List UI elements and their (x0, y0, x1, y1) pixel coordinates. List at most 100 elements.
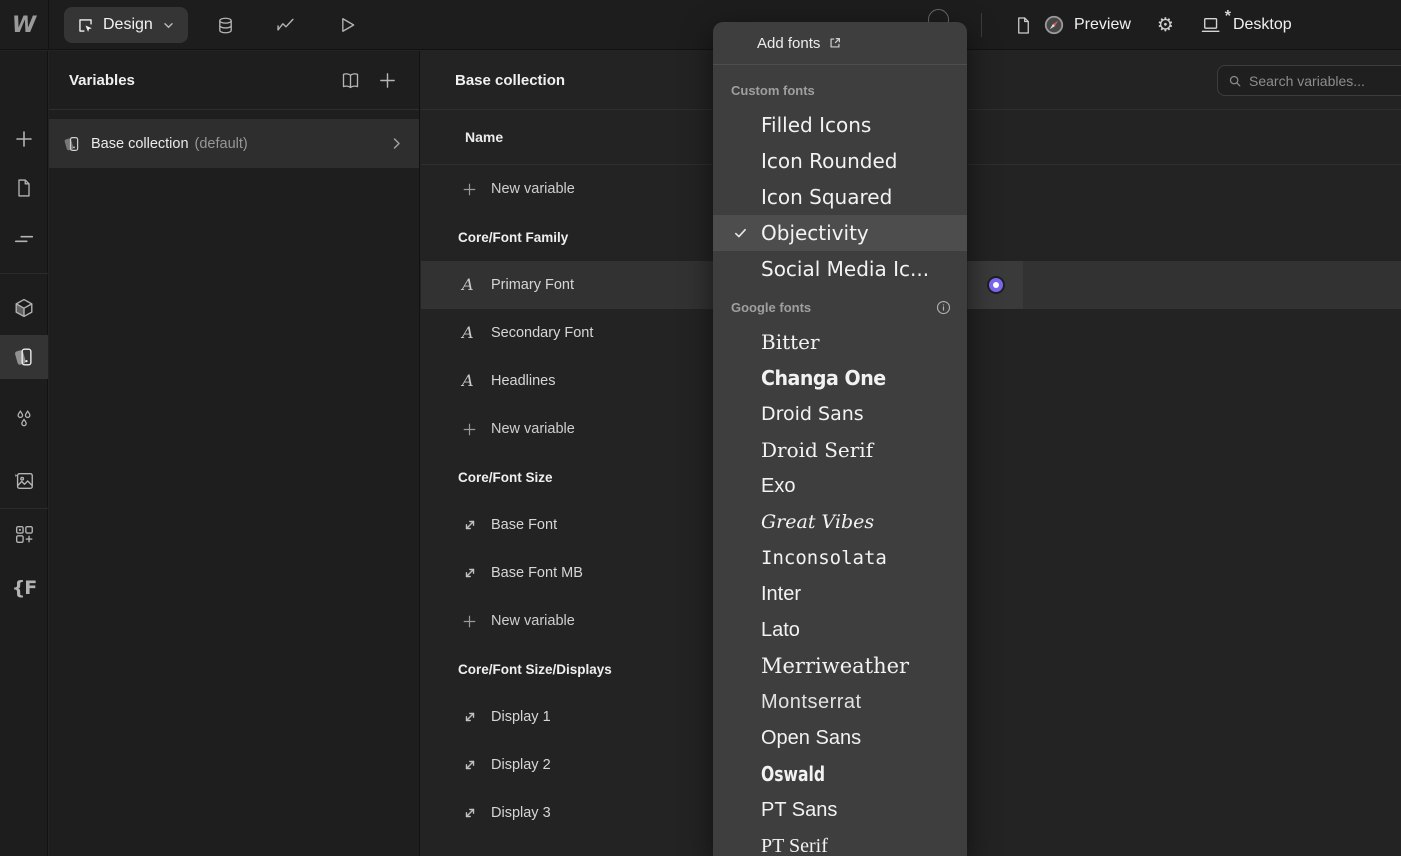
variable-label: New variable (491, 181, 575, 197)
components-cube-icon[interactable] (0, 286, 48, 330)
font-option[interactable]: Oswald (713, 756, 967, 792)
collection-default-badge: (default) (195, 136, 248, 152)
topbar-right-cluster: Preview ⚙ * Desktop (1014, 0, 1292, 50)
font-option-label: Changa One (761, 366, 886, 390)
desktop-breakpoint-icon[interactable]: * (1200, 15, 1224, 35)
add-fonts-label: Add fonts (757, 35, 820, 52)
font-option[interactable]: Objectivity (713, 215, 967, 251)
group-label: Core/Font Size (458, 470, 553, 485)
chevron-right-icon (393, 137, 401, 150)
webflow-logo-icon[interactable]: W (0, 0, 49, 50)
variables-panel-header: Variables (49, 51, 419, 110)
preview-compass-icon[interactable] (1043, 14, 1065, 36)
size-variable-icon (462, 805, 484, 821)
font-option[interactable]: Montserrat (713, 684, 967, 720)
plus-icon (462, 422, 484, 437)
font-variable-icon: A (462, 277, 484, 293)
play-icon[interactable] (336, 14, 358, 36)
custom-fonts-label: Custom fonts (731, 83, 815, 98)
page-icon[interactable] (1014, 15, 1033, 36)
library-book-icon[interactable] (340, 70, 361, 91)
google-fonts-label: Google fonts (731, 300, 811, 315)
font-option[interactable]: Icon Squared (713, 179, 967, 215)
font-picker-dropdown: Add fonts Custom fonts Filled Icons Icon … (713, 22, 967, 856)
collection-row-base-collection[interactable]: Base collection (default) (49, 119, 419, 168)
custom-fonts-list: Filled Icons Icon Rounded Icon SquaredObje… (713, 107, 967, 287)
add-element-icon[interactable] (0, 117, 48, 161)
font-option-label: Great Vibes (761, 511, 874, 533)
search-icon (1228, 74, 1242, 88)
font-option[interactable]: Great Vibes (713, 504, 967, 540)
unsaved-asterisk-icon: * (1225, 8, 1231, 26)
font-option[interactable]: Lato (713, 612, 967, 648)
font-option[interactable]: Inconsolata (713, 540, 967, 576)
font-option[interactable]: Merriweather (713, 648, 967, 684)
assets-image-icon[interactable] (0, 459, 48, 503)
chevron-down-icon (163, 22, 174, 29)
styles-droplets-icon[interactable] (0, 397, 48, 441)
google-fonts-list: Bitter Changa One Droid Sans Droid Serif Exo… (713, 324, 967, 856)
cms-database-icon[interactable] (214, 14, 236, 36)
font-option[interactable]: Filled Icons (713, 107, 967, 143)
design-mode-button[interactable]: Design (64, 7, 188, 43)
font-variable-icon: A (462, 373, 484, 389)
size-variable-icon (462, 709, 484, 725)
navigator-icon[interactable] (0, 217, 48, 261)
font-option-label: Droid Serif (761, 438, 873, 462)
analytics-chart-icon[interactable] (274, 14, 296, 36)
font-option-label: Exo (761, 475, 795, 498)
font-option-label: Icon Rounded (761, 149, 897, 173)
external-link-icon (828, 36, 842, 50)
apps-grid-icon[interactable] (0, 512, 48, 556)
font-option[interactable]: Bitter (713, 324, 967, 360)
search-variables-box[interactable] (1217, 65, 1401, 96)
selected-value-radio[interactable] (987, 276, 1005, 294)
font-option[interactable]: Social Media Ic... (713, 251, 967, 287)
info-icon[interactable] (936, 300, 951, 315)
left-toolbar-rail: {F (0, 51, 48, 856)
variable-label: Base Font MB (491, 565, 583, 581)
variable-label: Headlines (491, 373, 556, 389)
font-option-label: Inter (761, 583, 801, 606)
size-variable-icon (462, 757, 484, 773)
group-label: Core/Font Family (458, 230, 568, 245)
design-button-label: Design (103, 16, 153, 34)
variable-label: Display 3 (491, 805, 551, 821)
desktop-label[interactable]: Desktop (1233, 16, 1292, 34)
font-option[interactable]: Changa One (713, 360, 967, 396)
search-variables-input[interactable] (1249, 73, 1401, 89)
font-variable-icon: A (462, 325, 484, 341)
plus-icon (462, 614, 484, 629)
variable-label: New variable (491, 421, 575, 437)
rail-divider (0, 508, 48, 509)
font-option[interactable]: Icon Rounded (713, 143, 967, 179)
font-option[interactable]: PT Sans (713, 792, 967, 828)
collection-title: Base collection (455, 72, 565, 89)
font-option-label: Oswald (761, 762, 825, 786)
fonts-panel-icon[interactable]: {F (0, 566, 48, 610)
plus-icon (462, 182, 484, 197)
size-variable-icon (462, 565, 484, 581)
settings-gear-icon[interactable]: ⚙ (1157, 16, 1174, 35)
variable-label: Primary Font (491, 277, 574, 293)
variables-swatches-icon[interactable] (0, 335, 48, 379)
preview-label[interactable]: Preview (1074, 16, 1131, 34)
add-fonts-link[interactable]: Add fonts (713, 22, 967, 65)
font-option-label: PT Sans (761, 799, 837, 822)
font-option[interactable]: Droid Serif (713, 432, 967, 468)
variables-panel: Variables Base collecti (49, 51, 420, 856)
font-option[interactable]: Droid Sans (713, 396, 967, 432)
variable-value-cell[interactable] (968, 261, 1023, 309)
pages-icon[interactable] (0, 166, 48, 210)
collection-swatch-icon (63, 135, 81, 153)
variable-label: Secondary Font (491, 325, 593, 341)
topbar: W Design (0, 0, 1401, 50)
variable-label: Display 2 (491, 757, 551, 773)
add-collection-icon[interactable] (378, 71, 397, 90)
font-option-label: Filled Icons (761, 113, 871, 137)
font-option[interactable]: Exo (713, 468, 967, 504)
font-option[interactable]: PT Serif (713, 828, 967, 856)
font-option[interactable]: Open Sans (713, 720, 967, 756)
font-option[interactable]: Inter (713, 576, 967, 612)
variable-label: Display 1 (491, 709, 551, 725)
